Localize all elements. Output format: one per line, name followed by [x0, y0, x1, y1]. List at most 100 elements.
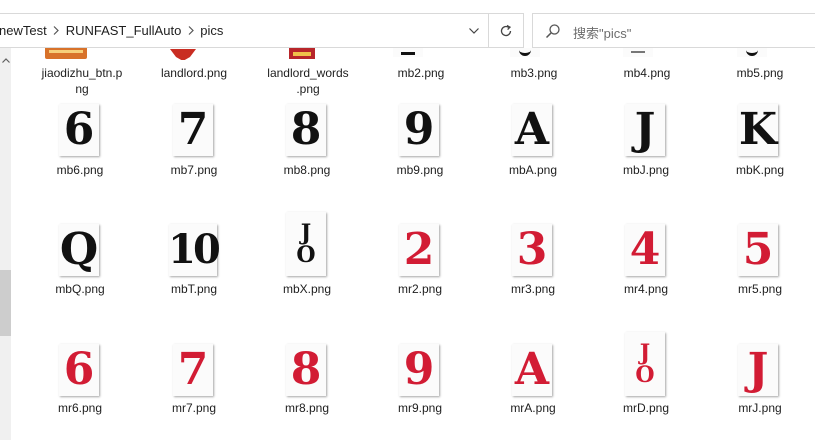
file-item-landlord-words[interactable]: landlord_words .png: [252, 65, 364, 97]
file-item-mb8[interactable]: mb8.png: [251, 162, 363, 178]
history-dropdown-button[interactable]: [460, 14, 488, 47]
card-glyph: Q: [59, 224, 99, 275]
file-name: mrD.png: [622, 401, 669, 415]
card-glyph: 7: [177, 344, 209, 395]
mr2-thumbnail: 2: [399, 224, 439, 276]
mr7-thumbnail: 7: [173, 344, 213, 396]
file-item-mr9[interactable]: mr9.png: [364, 400, 476, 416]
card-glyph: 6: [63, 344, 95, 395]
file-name-continued: ng: [75, 82, 89, 96]
file-name: mbT.png: [170, 282, 218, 296]
file-name: mr4.png: [623, 282, 669, 296]
file-name-continued: .png: [296, 82, 320, 96]
file-name: mr8.png: [284, 401, 330, 415]
mbQ-thumbnail: Q: [59, 224, 99, 276]
joker-glyph: JO: [635, 340, 655, 388]
landlord-words-thumbnail: [287, 48, 317, 60]
file-item-jiaodizhu-btn[interactable]: jiaodizhu_btn.p ng: [26, 65, 138, 97]
file-item-mb3[interactable]: mb3.png: [478, 65, 590, 81]
file-item-mrA[interactable]: mrA.png: [477, 400, 589, 416]
mr4-thumbnail: 4: [625, 224, 665, 276]
refresh-button[interactable]: [488, 14, 523, 47]
file-name: mr7.png: [171, 401, 217, 415]
file-item-mbA[interactable]: mbA.png: [477, 162, 589, 178]
card-glyph: J: [747, 344, 769, 395]
file-item-mr3[interactable]: mr3.png: [477, 281, 589, 297]
file-name: mb4.png: [623, 66, 671, 80]
mb8-thumbnail: 8: [286, 104, 326, 156]
file-name: mr3.png: [510, 282, 556, 296]
scrollbar-thumb[interactable]: [0, 270, 11, 336]
chevron-up-icon: [1, 57, 10, 63]
breadcrumb-item-pics[interactable]: pics: [197, 23, 226, 38]
mb4-thumbnail: [623, 48, 653, 57]
card-glyph: K: [738, 104, 778, 155]
mrD-thumbnail: JO: [625, 332, 665, 396]
card-glyph: A: [514, 104, 550, 155]
mb7-thumbnail: 7: [173, 104, 213, 156]
file-item-mr5[interactable]: mr5.png: [704, 281, 815, 297]
scroll-up-arrow[interactable]: [0, 54, 11, 66]
file-item-mb5[interactable]: mb5.png: [704, 65, 815, 81]
joker-glyph: JO: [296, 220, 316, 268]
file-item-mb2[interactable]: mb2.png: [365, 65, 477, 81]
breadcrumb-item-runfast[interactable]: RUNFAST_FullAuto: [63, 23, 185, 38]
card-glyph: 2: [403, 224, 435, 275]
card-glyph: A: [514, 344, 550, 395]
file-name: landlord.png: [160, 66, 228, 80]
file-name: mr2.png: [397, 282, 443, 296]
file-name: landlord_words: [267, 66, 349, 80]
search-icon: [545, 24, 560, 39]
file-item-mbT[interactable]: mbT.png: [138, 281, 250, 297]
address-bar[interactable]: newTest RUNFAST_FullAuto pics: [0, 13, 524, 48]
jiaodizhu-btn-thumbnail: [45, 48, 87, 61]
file-item-mb9[interactable]: mb9.png: [364, 162, 476, 178]
card-glyph: 3: [516, 224, 548, 275]
file-name: mb7.png: [170, 163, 218, 177]
card-glyph: 4: [629, 224, 661, 275]
breadcrumb-item-newtest[interactable]: newTest: [0, 23, 50, 38]
title-strip: [0, 0, 815, 11]
mbX-thumbnail: JO: [286, 212, 326, 276]
file-name: mbX.png: [282, 282, 332, 296]
file-item-mr4[interactable]: mr4.png: [590, 281, 702, 297]
chevron-right-icon[interactable]: [50, 14, 63, 47]
card-glyph: 10: [168, 226, 221, 273]
file-item-landlord[interactable]: landlord.png: [138, 65, 250, 81]
file-name: mb6.png: [56, 163, 104, 177]
mb2-thumbnail: [393, 48, 423, 57]
file-name: mr9.png: [397, 401, 443, 415]
file-name: mbQ.png: [55, 282, 105, 296]
card-glyph: J: [634, 104, 656, 155]
file-item-mr2[interactable]: mr2.png: [364, 281, 476, 297]
file-item-mrD[interactable]: mrD.png: [590, 400, 702, 416]
file-item-mb4[interactable]: mb4.png: [591, 65, 703, 81]
file-item-mbX[interactable]: mbX.png: [251, 281, 363, 297]
file-name: mb9.png: [396, 163, 444, 177]
file-name: jiaodizhu_btn.p: [41, 66, 123, 80]
file-name: mbJ.png: [622, 163, 670, 177]
file-name: mb2.png: [397, 66, 445, 80]
file-item-mb7[interactable]: mb7.png: [138, 162, 250, 178]
card-glyph: 9: [403, 104, 435, 155]
mr3-thumbnail: 3: [512, 224, 552, 276]
file-item-mbJ[interactable]: mbJ.png: [590, 162, 702, 178]
mrA-thumbnail: A: [512, 344, 552, 396]
file-item-mbK[interactable]: mbK.png: [704, 162, 815, 178]
file-item-mrJ[interactable]: mrJ.png: [704, 400, 815, 416]
vertical-scrollbar[interactable]: [0, 48, 11, 440]
file-name: mr5.png: [737, 282, 783, 296]
file-name: mrJ.png: [738, 401, 782, 415]
search-input[interactable]: 搜索"pics": [532, 13, 815, 48]
file-item-mb6[interactable]: mb6.png: [24, 162, 136, 178]
card-glyph: 6: [63, 104, 95, 155]
file-item-mr8[interactable]: mr8.png: [251, 400, 363, 416]
chevron-right-icon[interactable]: [184, 14, 197, 47]
file-view[interactable]: jiaodizhu_btn.p ng landlord.png landlord…: [0, 48, 815, 440]
card-glyph: 8: [290, 104, 322, 155]
file-item-mr6[interactable]: mr6.png: [24, 400, 136, 416]
file-item-mbQ[interactable]: mbQ.png: [24, 281, 136, 297]
card-glyph: 7: [177, 104, 209, 155]
file-item-mr7[interactable]: mr7.png: [138, 400, 250, 416]
mrJ-thumbnail: J: [738, 344, 778, 396]
